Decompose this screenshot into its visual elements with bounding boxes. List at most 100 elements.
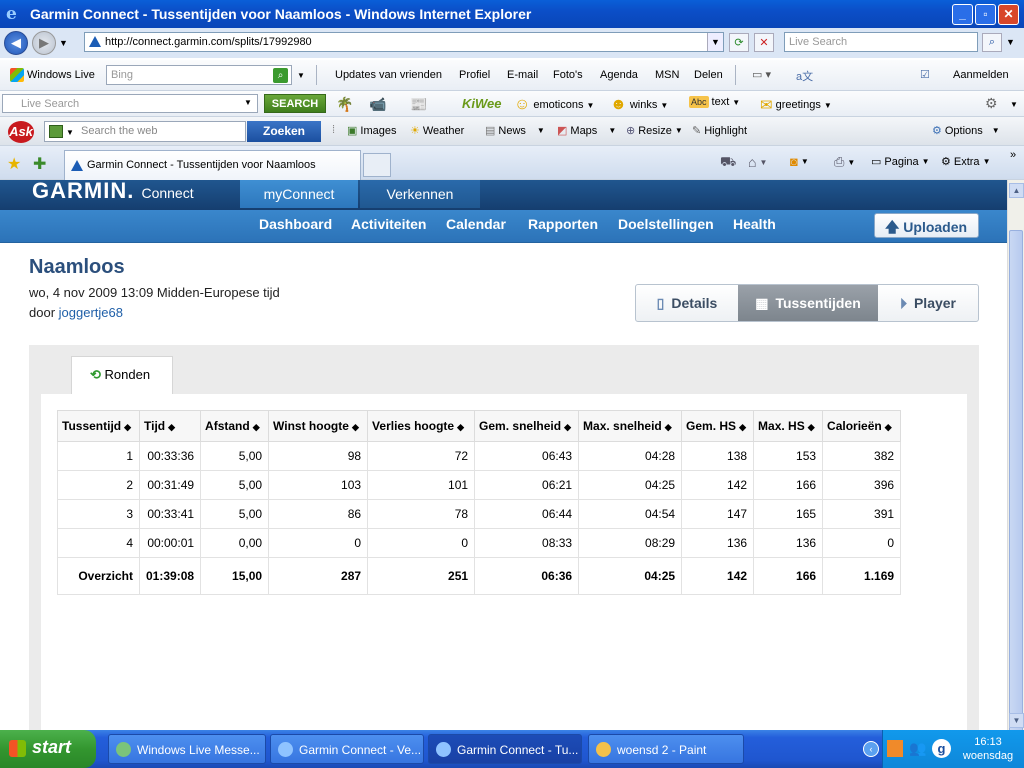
address-dropdown-icon[interactable]: ▼	[707, 33, 723, 51]
chevron-down-icon[interactable]: ▼	[66, 128, 74, 137]
wl-link-agenda[interactable]: Agenda	[600, 69, 638, 81]
subnav-dashboard[interactable]: Dashboard	[259, 216, 332, 232]
tools-menu[interactable]: ⚙ Extra ▼	[941, 155, 990, 169]
live-search-input[interactable]: Live Search	[784, 32, 978, 52]
signin-link[interactable]: Aanmelden	[953, 69, 1009, 81]
chevron-down-icon[interactable]: ▼	[1010, 100, 1018, 109]
back-button[interactable]: ◀	[4, 31, 28, 55]
nav-verkennen[interactable]: Verkennen	[360, 180, 480, 208]
windows-live-brand[interactable]: Windows Live	[10, 68, 95, 82]
start-button[interactable]: start	[0, 730, 96, 768]
task-garmin-tu[interactable]: Garmin Connect - Tu...	[428, 734, 582, 764]
vertical-scrollbar[interactable]: ▲ ▼	[1007, 180, 1024, 744]
wl-link-updates[interactable]: Updates van vrienden	[335, 69, 442, 81]
clock[interactable]: 16:13 woensdag	[953, 735, 1023, 763]
tab-splits[interactable]: ▦ Tussentijden	[738, 285, 878, 321]
minimize-button[interactable]: _	[952, 3, 973, 25]
tab-current[interactable]: Garmin Connect - Tussentijden voor Naaml…	[64, 150, 361, 180]
home-icon[interactable]: ⌂ ▼	[748, 154, 767, 170]
col-header-avg-speed[interactable]: Gem. snelheid ◆	[474, 410, 580, 442]
bing-search-icon[interactable]: ⌕	[273, 68, 288, 83]
translate-icon[interactable]: a文	[796, 68, 813, 84]
task-paint[interactable]: woensd 2 - Paint	[588, 734, 744, 764]
col-header-split[interactable]: Tussentijd ◆	[57, 410, 140, 442]
ask-weather[interactable]: ☀ Weather	[410, 124, 464, 138]
kiwee-greetings[interactable]: ✉ greetings ▼	[760, 96, 832, 114]
subnav-health[interactable]: Health	[733, 216, 776, 232]
bing-search-input[interactable]: Bing	[106, 65, 292, 85]
col-header-elev-gain[interactable]: Winst hoogte ◆	[268, 410, 369, 442]
palm-tree-icon[interactable]: 🌴	[336, 96, 353, 113]
tab-player[interactable]: ⏵ Player	[878, 285, 978, 321]
ask-search-button[interactable]: Zoeken	[247, 121, 321, 142]
wl-link-email[interactable]: E-mail	[507, 69, 538, 81]
tray-expand-icon[interactable]: ‹	[863, 741, 879, 757]
wl-link-msn[interactable]: MSN	[655, 69, 679, 81]
ask-maps[interactable]: ◩ Maps ▼	[557, 124, 616, 138]
author-link[interactable]: joggertje68	[59, 305, 123, 320]
subnav-goals[interactable]: Doelstellingen	[618, 216, 714, 232]
nav-myconnect[interactable]: myConnect	[240, 180, 358, 208]
g-tray-icon[interactable]: g	[932, 739, 951, 758]
live-search-button[interactable]: SEARCH	[264, 94, 326, 113]
task-messenger[interactable]: Windows Live Messe...	[108, 734, 266, 764]
col-header-calories[interactable]: Calorieën ◆	[822, 410, 902, 442]
col-header-max-speed[interactable]: Max. snelheid ◆	[578, 410, 683, 442]
maximize-button[interactable]: ▫	[975, 3, 996, 25]
col-header-elev-loss[interactable]: Verlies hoogte ◆	[367, 410, 476, 442]
search-options-icon[interactable]: ▼	[1006, 37, 1015, 47]
tray-app-icon[interactable]	[887, 740, 903, 757]
gear-icon[interactable]: ⚙	[985, 95, 998, 112]
wl-menu-icon[interactable]: ▭ ▾	[752, 68, 771, 81]
add-favorite-icon[interactable]: ✚	[33, 154, 46, 174]
wl-link-share[interactable]: Delen	[694, 69, 723, 81]
print-icon[interactable]: ⎙ ▼	[834, 154, 855, 170]
checkbox-icon[interactable]: ☑	[920, 68, 930, 81]
task-garmin-ve[interactable]: Garmin Connect - Ve...	[270, 734, 424, 764]
subnav-reports[interactable]: Rapporten	[528, 216, 598, 232]
live-search-dropdown-icon[interactable]: ▼	[244, 98, 252, 107]
close-button[interactable]: ✕	[998, 3, 1019, 25]
forward-button[interactable]: ▶	[32, 31, 56, 55]
messenger-tray-icon[interactable]: 👥	[909, 740, 926, 757]
col-header-max-hr[interactable]: Max. HS ◆	[753, 410, 824, 442]
kiwee-winks[interactable]: ☻ winks ▼	[610, 96, 668, 114]
ask-resize[interactable]: ⊕ Resize ▼	[626, 124, 683, 138]
rss-icon[interactable]: ◙ ▼	[790, 154, 809, 169]
ask-options[interactable]: ⚙ Options ▼	[932, 124, 1000, 138]
live-search-toolbar-input[interactable]: Live Search	[2, 94, 258, 113]
ask-news[interactable]: ▤ News ▼	[485, 124, 545, 138]
page-menu[interactable]: ▭ Pagina ▼	[871, 155, 930, 169]
refresh-icon[interactable]: ⟳	[729, 33, 749, 52]
ask-images[interactable]: ▣ Images	[347, 124, 396, 138]
subnav-calendar[interactable]: Calendar	[446, 216, 506, 232]
garmin-logo[interactable]: GARMIN. Connect	[32, 180, 194, 204]
wl-link-photos[interactable]: Foto's	[553, 69, 583, 81]
scroll-up-icon[interactable]: ▲	[1009, 183, 1024, 198]
tab-details[interactable]: ▯ Details	[636, 285, 738, 321]
upload-button[interactable]: 🡅 Uploaden	[874, 213, 979, 238]
favorites-star-icon[interactable]: ★	[7, 154, 21, 174]
kiwee-emoticons[interactable]: ☺ emoticons ▼	[514, 96, 594, 114]
subnav-activities[interactable]: Activiteiten	[351, 216, 426, 232]
ask-engine-icon[interactable]	[49, 125, 63, 138]
ask-search-input[interactable]: Search the web	[44, 121, 246, 142]
bing-dropdown-icon[interactable]: ▼	[297, 71, 305, 80]
scroll-down-icon[interactable]: ▼	[1009, 713, 1024, 728]
more-commands-icon[interactable]: »	[1010, 149, 1016, 161]
camera-icon[interactable]: 📹	[369, 96, 386, 113]
col-header-distance[interactable]: Afstand ◆	[200, 410, 270, 442]
tab-laps[interactable]: ⟲ Ronden	[71, 356, 173, 395]
stop-icon[interactable]: ✕	[754, 33, 774, 52]
newspaper-icon[interactable]: 📰	[410, 96, 427, 113]
ask-highlight[interactable]: ✎ Highlight	[692, 124, 747, 138]
new-tab-button[interactable]	[363, 153, 391, 177]
ask-logo[interactable]: Ask	[8, 121, 34, 143]
col-header-time[interactable]: Tijd ◆	[138, 410, 202, 442]
feeds-reading-icon[interactable]: ⛟	[720, 154, 736, 172]
col-header-avg-hr[interactable]: Gem. HS ◆	[681, 410, 755, 442]
wl-link-profile[interactable]: Profiel	[459, 69, 490, 81]
scrollbar-thumb[interactable]	[1009, 230, 1023, 744]
address-input[interactable]: http://connect.garmin.com/splits/1799298…	[84, 32, 724, 52]
search-icon[interactable]: ⌕	[982, 33, 1002, 52]
